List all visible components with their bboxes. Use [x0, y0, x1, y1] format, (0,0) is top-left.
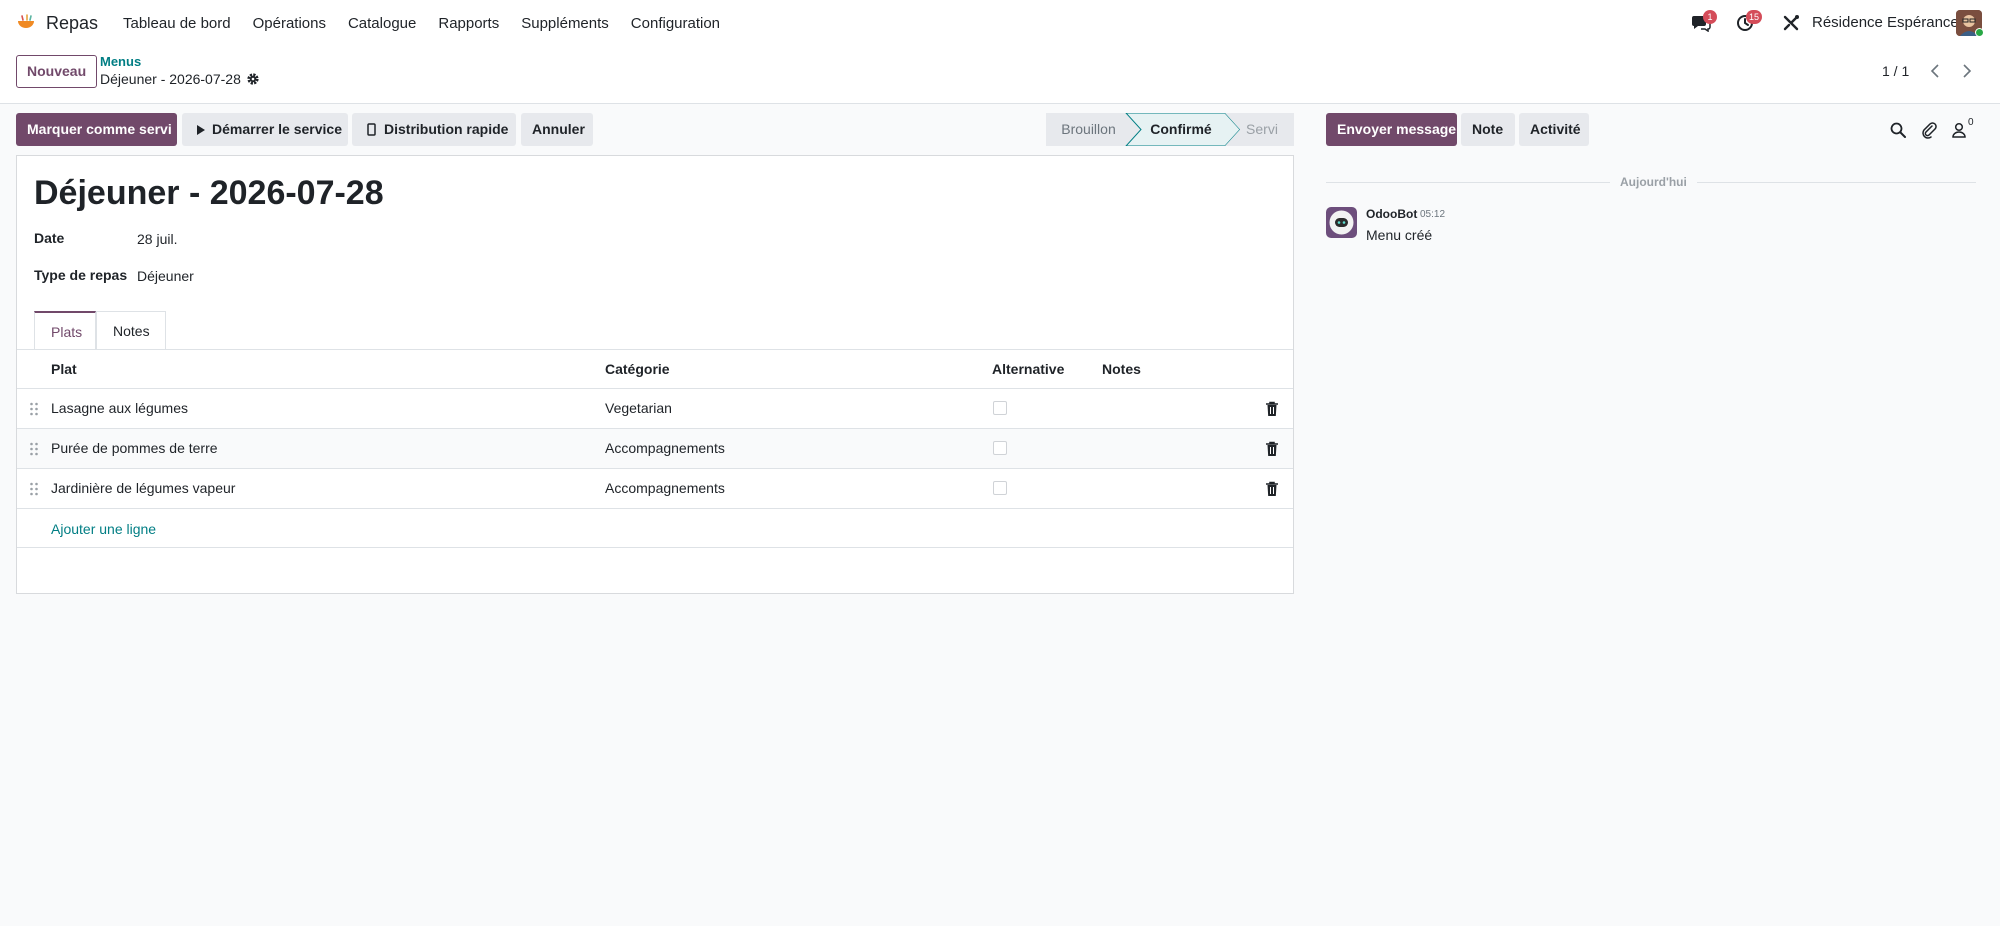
company-switcher[interactable]: Résidence Espérance [1812, 14, 1959, 31]
column-category[interactable]: Catégorie [605, 361, 670, 377]
gear-icon[interactable] [246, 72, 260, 86]
day-separator-label: Aujourd'hui [1610, 175, 1697, 189]
form-sheet: Déjeuner - 2026-07-28 Date 28 juil. Type… [16, 155, 1294, 594]
alternative-checkbox[interactable] [993, 401, 1007, 415]
dish-category[interactable]: Vegetarian [605, 400, 672, 416]
stage-served[interactable]: Servi [1230, 113, 1294, 146]
alternative-checkbox[interactable] [993, 441, 1007, 455]
robot-icon [1329, 210, 1354, 235]
pager-previous-button[interactable] [1920, 58, 1950, 84]
tablet-icon [367, 123, 376, 136]
activities-badge: 15 [1746, 10, 1763, 24]
top-navbar: Repas Tableau de bord Opérations Catalog… [0, 0, 2000, 46]
message-author[interactable]: OdooBot [1366, 207, 1417, 221]
online-status-dot [1975, 28, 1984, 37]
chevron-right-icon [1963, 64, 1972, 78]
alternative-checkbox[interactable] [993, 481, 1007, 495]
cancel-button[interactable]: Annuler [521, 113, 593, 146]
mark-served-button[interactable]: Marquer comme servi [16, 113, 177, 146]
drag-handle-icon[interactable] [29, 482, 39, 496]
menu-dashboard[interactable]: Tableau de bord [112, 15, 242, 32]
trash-icon[interactable] [1265, 401, 1279, 417]
breadcrumb-parent[interactable]: Menus [100, 54, 141, 69]
date-field[interactable]: 28 juil. [137, 231, 177, 247]
quick-distribution-label: Distribution rapide [384, 121, 509, 137]
column-alternative[interactable]: Alternative [992, 361, 1064, 377]
debug-tools-icon[interactable] [1782, 14, 1802, 32]
main-menu: Tableau de bord Opérations Catalogue Rap… [112, 0, 731, 46]
date-label: Date [34, 230, 65, 246]
send-message-button[interactable]: Envoyer message [1326, 113, 1457, 146]
trash-icon[interactable] [1265, 441, 1279, 457]
menu-operations[interactable]: Opérations [242, 15, 337, 32]
drag-handle-icon[interactable] [29, 402, 39, 416]
log-note-button[interactable]: Note [1461, 113, 1515, 146]
form-statusbar: Marquer comme servi Démarrer le service … [16, 113, 1294, 146]
menu-reports[interactable]: Rapports [427, 15, 510, 32]
add-line-row: Ajouter une ligne [17, 509, 1293, 548]
table-row[interactable]: Jardinière de légumes vapeur Accompagnem… [17, 469, 1293, 509]
record-title[interactable]: Déjeuner - 2026-07-28 [34, 174, 384, 213]
activity-button[interactable]: Activité [1519, 113, 1589, 146]
chevron-left-icon [1930, 64, 1939, 78]
column-notes[interactable]: Notes [1102, 361, 1141, 377]
table-row[interactable]: Purée de pommes de terre Accompagnements [17, 429, 1293, 469]
app-name[interactable]: Repas [46, 13, 98, 34]
new-button[interactable]: Nouveau [16, 55, 98, 88]
meals-app-icon[interactable] [16, 12, 36, 32]
drag-handle-icon[interactable] [29, 442, 39, 456]
dish-name[interactable]: Lasagne aux légumes [51, 400, 188, 416]
control-panel: Nouveau Menus Déjeuner - 2026-07-28 1 / … [0, 46, 2000, 104]
tab-dishes[interactable]: Plats [34, 311, 96, 349]
menu-configuration[interactable]: Configuration [620, 15, 731, 32]
menu-supplements[interactable]: Suppléments [510, 15, 620, 32]
start-service-button[interactable]: Démarrer le service [182, 113, 348, 146]
add-line-link[interactable]: Ajouter une ligne [51, 521, 156, 537]
quick-distribution-button[interactable]: Distribution rapide [352, 113, 516, 146]
trash-icon[interactable] [1265, 481, 1279, 497]
menu-catalog[interactable]: Catalogue [337, 15, 427, 32]
stage-confirmed[interactable]: Confirmé [1131, 113, 1231, 146]
meal-type-label: Type de repas [34, 267, 128, 283]
pager-value[interactable]: 1 / 1 [1882, 63, 1909, 79]
breadcrumb-current: Déjeuner - 2026-07-28 [100, 71, 241, 87]
dish-name[interactable]: Jardinière de légumes vapeur [51, 480, 235, 496]
dish-category[interactable]: Accompagnements [605, 440, 725, 456]
search-icon[interactable] [1889, 121, 1907, 139]
odoobot-avatar[interactable] [1326, 207, 1357, 238]
message-time: 05:12 [1420, 209, 1446, 220]
followers-count: 0 [1968, 117, 1974, 128]
start-service-label: Démarrer le service [212, 121, 342, 137]
message-body: Menu créé [1366, 227, 1433, 243]
column-dish[interactable]: Plat [51, 361, 77, 377]
paperclip-icon[interactable] [1920, 121, 1938, 139]
dish-name[interactable]: Purée de pommes de terre [51, 440, 218, 456]
table-row[interactable]: Lasagne aux légumes Vegetarian [17, 389, 1293, 429]
meal-type-field[interactable]: Déjeuner [137, 268, 194, 284]
followers-icon[interactable] [1951, 121, 1969, 139]
pager-next-button[interactable] [1952, 58, 1982, 84]
dish-category[interactable]: Accompagnements [605, 480, 725, 496]
stage-draft[interactable]: Brouillon [1046, 113, 1131, 146]
messages-badge: 1 [1703, 10, 1717, 24]
table-header: Plat Catégorie Alternative Notes [17, 349, 1293, 389]
tab-notes[interactable]: Notes [96, 311, 166, 349]
play-icon [197, 125, 205, 135]
